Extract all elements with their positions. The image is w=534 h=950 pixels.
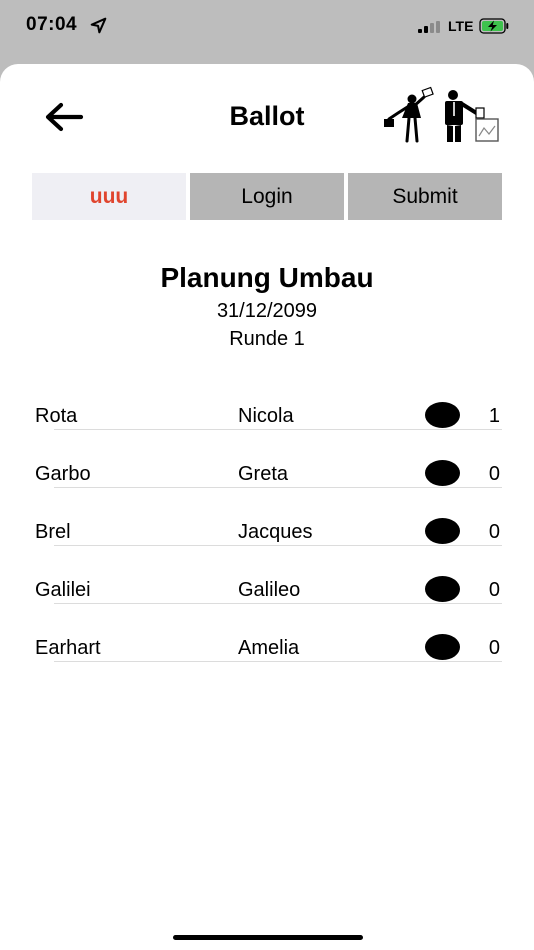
tab-login[interactable]: Login bbox=[190, 173, 344, 220]
vote-count: 0 bbox=[488, 579, 500, 601]
candidate-row[interactable]: Earhart Amelia 0 bbox=[0, 618, 534, 676]
candidate-first-name: Jacques bbox=[238, 521, 313, 543]
status-time: 07:04 bbox=[26, 14, 78, 35]
vote-count: 0 bbox=[488, 521, 500, 543]
tab-bar: uuu Login Submit bbox=[32, 173, 502, 220]
tab-submit[interactable]: Submit bbox=[348, 173, 502, 220]
candidate-last-name: Garbo bbox=[35, 463, 91, 485]
network-label: LTE bbox=[448, 18, 474, 34]
ballot-title: Planung Umbau bbox=[160, 262, 374, 293]
row-divider bbox=[54, 487, 502, 488]
candidate-first-name: Greta bbox=[238, 463, 289, 485]
vote-count: 0 bbox=[488, 637, 500, 659]
row-divider bbox=[54, 545, 502, 546]
vote-toggle[interactable] bbox=[425, 576, 460, 602]
candidate-first-name: Galileo bbox=[238, 579, 301, 601]
candidate-last-name: Galilei bbox=[35, 579, 91, 601]
candidate-last-name: Earhart bbox=[35, 637, 101, 659]
vote-toggle[interactable] bbox=[425, 460, 460, 486]
candidate-row[interactable]: Galilei Galileo 0 bbox=[0, 560, 534, 618]
row-divider bbox=[54, 603, 502, 604]
candidate-first-name: Amelia bbox=[238, 637, 300, 659]
candidate-row[interactable]: Garbo Greta 0 bbox=[0, 444, 534, 502]
ballot-round: Runde 1 bbox=[229, 328, 305, 350]
candidate-first-name: Nicola bbox=[238, 405, 294, 427]
battery-charging-icon bbox=[479, 18, 509, 34]
signal-icon bbox=[418, 21, 444, 33]
tab-uuu[interactable]: uuu bbox=[32, 173, 186, 220]
candidate-row[interactable]: Brel Jacques 0 bbox=[0, 502, 534, 560]
location-arrow-icon bbox=[90, 17, 107, 34]
vote-toggle[interactable] bbox=[425, 634, 460, 660]
candidate-last-name: Rota bbox=[35, 405, 78, 427]
home-indicator[interactable] bbox=[173, 935, 363, 940]
ballot-sheet: Ballot uuu Login Submit Planung Umbau 31… bbox=[0, 64, 534, 950]
vote-count: 1 bbox=[488, 405, 500, 427]
ballot-date: 31/12/2099 bbox=[216, 300, 318, 322]
row-divider bbox=[54, 661, 502, 662]
vote-count: 0 bbox=[488, 463, 500, 485]
vote-toggle[interactable] bbox=[425, 402, 460, 428]
candidate-last-name: Brel bbox=[35, 521, 71, 543]
candidate-row[interactable]: Rota Nicola 1 bbox=[0, 386, 534, 444]
voters-casting-ballot-logo bbox=[384, 86, 499, 143]
row-divider bbox=[54, 429, 502, 430]
status-bar: 07:04 LTE bbox=[0, 0, 534, 56]
vote-toggle[interactable] bbox=[425, 518, 460, 544]
